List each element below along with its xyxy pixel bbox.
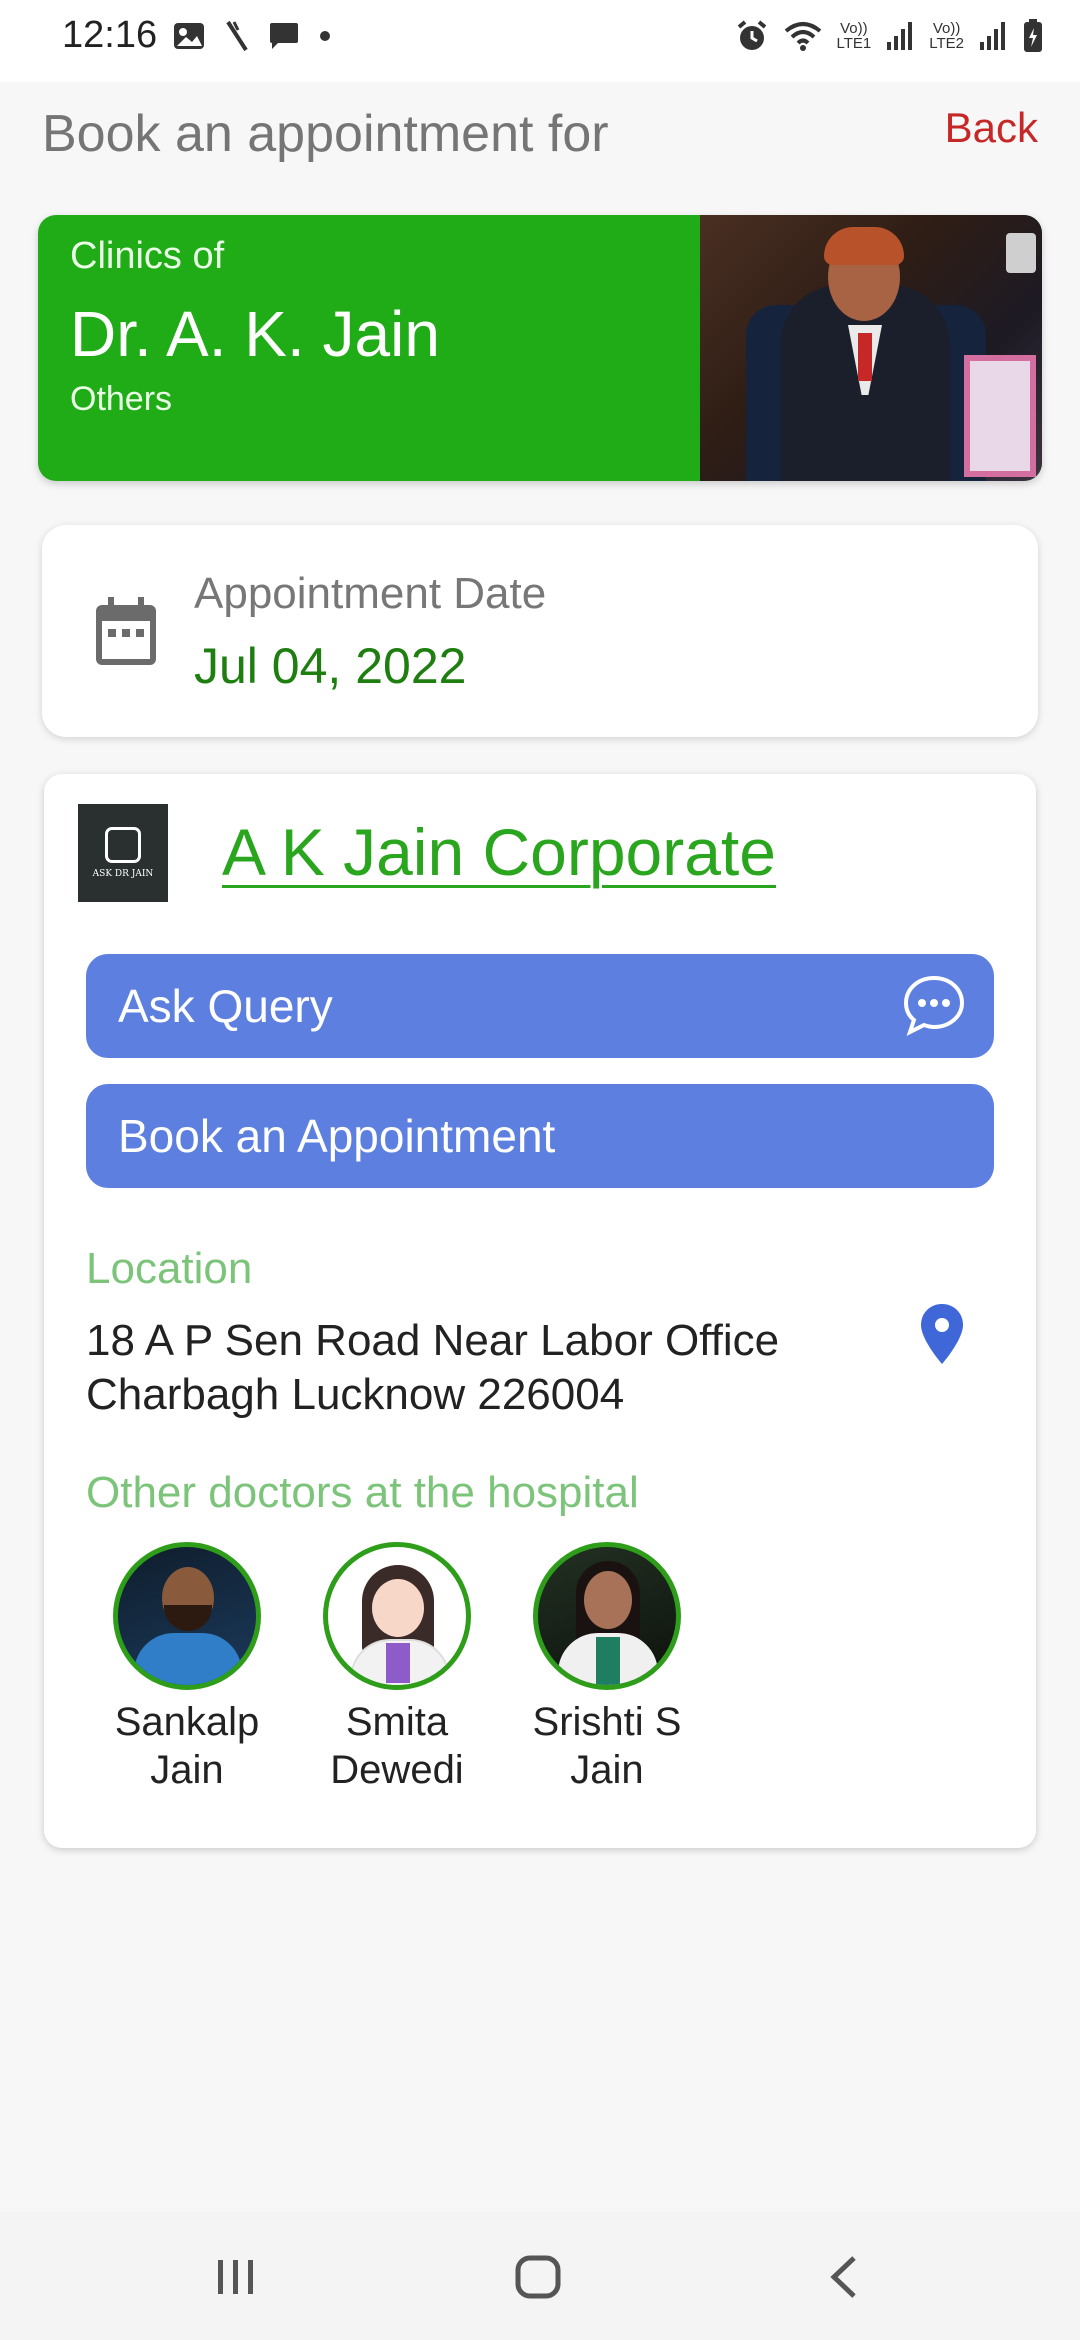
address-line-1: 18 A P Sen Road Near Labor Office [86,1316,780,1365]
doctor-item-srishti-s-jain[interactable]: Srishti S Jain [524,1542,690,1794]
appointment-date-card[interactable]: Appointment Date Jul 04, 2022 [42,525,1038,737]
status-right-icons: Vo)) LTE1 Vo)) LTE2 [735,18,1045,54]
battery-icon [1024,19,1042,52]
signal-icon [980,22,1005,50]
location-label: Location [86,1244,253,1293]
status-left-icons [172,20,332,52]
clinic-logo: ASK DR JAIN [78,804,168,902]
doctor-first-name: Sankalp [114,1700,260,1744]
chat-icon [903,975,965,1036]
clinic-address: 18 A P Sen Road Near Labor Office Charba… [86,1314,846,1422]
clinic-card: ASK DR JAIN A K Jain Corporate Ask Query… [44,774,1036,1848]
status-bar: 12:16 Vo)) LTE1 Vo)) LTE2 [0,0,1080,82]
appointment-date-value: Jul 04, 2022 [194,638,467,694]
sim2-label-bottom: LTE2 [929,35,964,52]
doctor-name: Dr. A. K. Jain [70,298,440,370]
home-button[interactable] [508,2252,568,2302]
page-title: Book an appointment for [42,105,609,163]
missed-call-icon [226,20,248,52]
doctor-first-name: Smita [345,1700,449,1744]
doctor-card: Clinics of Dr. A. K. Jain Others [38,215,1042,481]
other-doctors-label: Other doctors at the hospital [86,1468,639,1517]
sim1-label-top: Vo)) [840,20,868,37]
doctor-first-name: Srishti S [532,1700,682,1744]
doctor-last-name: Dewedi [330,1748,464,1792]
sim1-label: Vo)) LTE1 [837,21,872,51]
back-icon [830,2256,856,2298]
status-time: 12:16 [62,14,158,56]
clinic-logo-text: ASK DR JAIN [92,869,154,879]
image-icon [174,23,204,49]
signal-icon [887,22,913,50]
alarm-icon [737,20,766,50]
recent-apps-icon [218,2260,253,2294]
other-doctors-list: Sankalp Jain Smita Dewedi Srishti S Jain [104,1542,690,1794]
clinic-logo-mark [105,827,141,863]
sim2-label: Vo)) LTE2 [929,21,964,51]
appointment-date-label: Appointment Date [194,569,547,618]
ask-query-label: Ask Query [118,980,333,1032]
chat-bubble-icon [270,23,298,49]
doctor-last-name: Jain [570,1748,644,1792]
page-header: Book an appointment for Back [0,82,1080,192]
clinic-name-link[interactable]: A K Jain Corporate [222,814,776,890]
back-button[interactable]: Back [945,104,1038,152]
system-nav-bar [0,2212,1080,2340]
dot-icon [320,31,330,41]
avatar [323,1542,471,1690]
map-pin-icon[interactable] [918,1302,966,1366]
back-nav-button[interactable] [814,2252,874,2302]
doctor-last-name: Jain [150,1748,224,1792]
doctor-item-sankalp-jain[interactable]: Sankalp Jain [104,1542,270,1794]
doctor-photo [700,215,1042,481]
clinics-of-label: Clinics of [70,235,225,277]
book-appointment-label: Book an Appointment [118,1110,556,1162]
sim1-label-bottom: LTE1 [836,35,872,52]
recent-apps-button[interactable] [206,2252,266,2302]
avatar [533,1542,681,1690]
doctor-item-name: Smita Dewedi [330,1698,463,1794]
calendar-icon [96,597,156,665]
address-line-2: Charbagh Lucknow 226004 [86,1370,625,1419]
doctor-item-name: Sankalp Jain [115,1698,260,1794]
home-icon [515,2255,561,2299]
ask-query-button[interactable]: Ask Query [86,954,994,1058]
doctor-item-smita-dewedi[interactable]: Smita Dewedi [314,1542,480,1794]
doctor-speciality: Others [70,380,173,418]
book-appointment-button[interactable]: Book an Appointment [86,1084,994,1188]
sim2-label-top: Vo)) [932,20,961,37]
wifi-icon [784,22,821,51]
avatar [113,1542,261,1690]
doctor-item-name: Srishti S Jain [533,1698,682,1794]
